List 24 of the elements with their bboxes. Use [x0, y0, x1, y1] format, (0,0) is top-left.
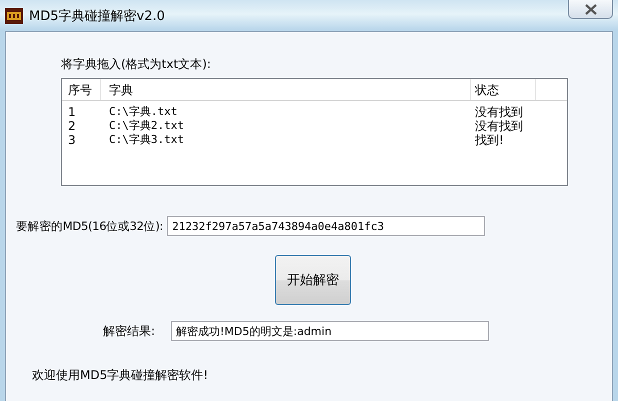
app-icon	[5, 8, 23, 24]
column-header[interactable]: 状态	[471, 79, 536, 100]
result-label: 解密结果:	[103, 322, 156, 340]
status-text: 欢迎使用MD5字典碰撞解密软件!	[32, 367, 210, 384]
md5-label: 要解密的MD5(16位或32位):	[16, 218, 164, 234]
table-cell-text: 1	[67, 105, 77, 119]
table-cell-text: 3	[67, 133, 77, 147]
decrypt-button[interactable]: 开始解密	[275, 255, 351, 305]
dictionary-list[interactable]: 序号 字典 状态 1 C:\字典.txt 没有找到 2 C:\字典2.txt 没有找到 3 C:\字典3.txt 找到!	[61, 78, 568, 186]
table-cell-text: C:\字典3.txt	[108, 133, 185, 147]
column-header[interactable]: 序号	[62, 79, 101, 100]
close-icon	[584, 4, 598, 14]
table-cell-text: 找到!	[474, 133, 505, 147]
column-header[interactable]: 字典	[101, 79, 471, 100]
result-field[interactable]: 解密成功!MD5的明文是:admin	[171, 321, 489, 341]
md5-input[interactable]: 21232f297a57a5a743894a0e4a801fc3	[167, 216, 486, 236]
window-title: MD5字典碰撞解密v2.0	[29, 8, 165, 24]
table-cell-text: C:\字典2.txt	[108, 119, 185, 133]
table-cell-text: 2	[67, 119, 77, 133]
table-cell-text: 没有找到	[474, 119, 524, 133]
drop-label: 将字典拖入(格式为txt文本):	[61, 56, 212, 73]
close-button[interactable]	[568, 0, 613, 19]
table-cell-text: C:\字典.txt	[108, 105, 178, 119]
table-cell-text: 没有找到	[474, 105, 524, 119]
